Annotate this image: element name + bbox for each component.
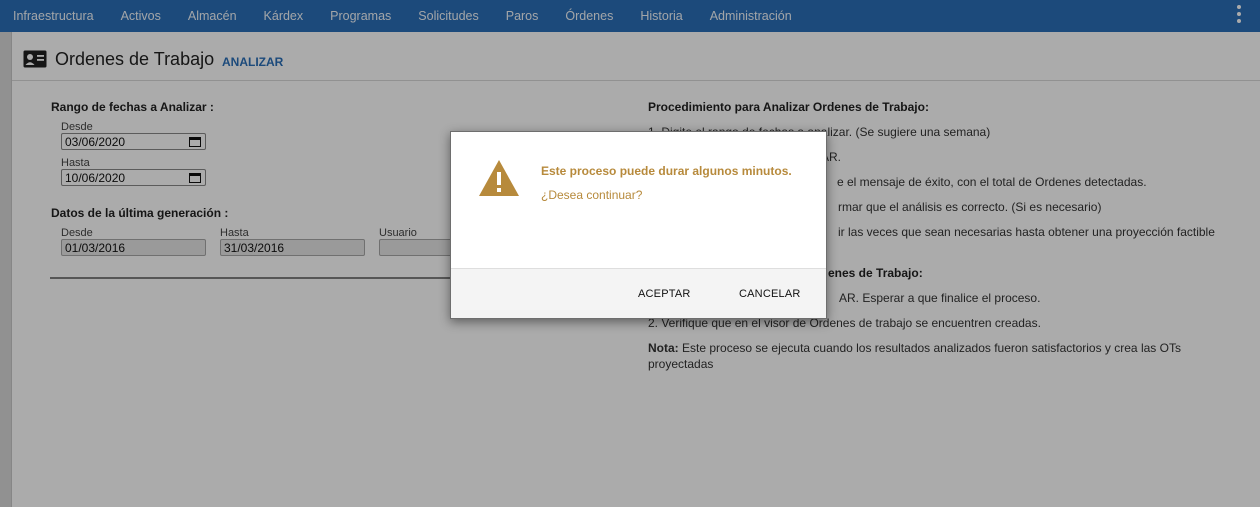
warning-icon [479, 160, 519, 196]
confirm-dialog: Este proceso puede durar algunos minutos… [450, 131, 827, 319]
dialog-question: ¿Desea continuar? [541, 188, 643, 202]
cancel-button[interactable]: CANCELAR [739, 288, 801, 300]
accept-button[interactable]: ACEPTAR [638, 288, 691, 300]
dialog-footer: ACEPTAR CANCELAR [451, 268, 826, 318]
dialog-message: Este proceso puede durar algunos minutos… [541, 164, 792, 178]
